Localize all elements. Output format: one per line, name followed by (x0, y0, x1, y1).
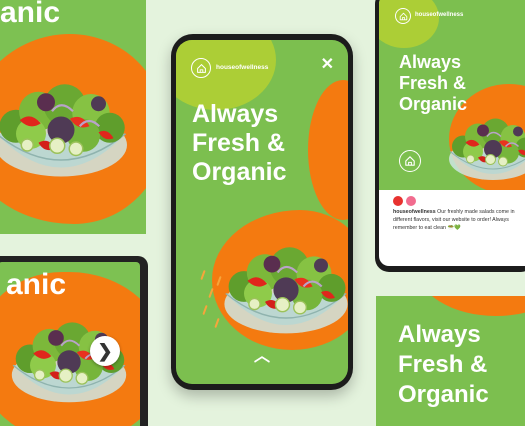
headline-line: Fresh & (192, 129, 286, 157)
house-logo-icon (398, 11, 409, 22)
carousel-next-button[interactable]: ❯ (90, 336, 120, 366)
salad-bowl-image (443, 104, 525, 190)
salad-bowl-image (216, 230, 348, 350)
orange-blob (416, 296, 525, 316)
house-logo-icon (403, 154, 417, 168)
headline-line: Fresh & (398, 351, 488, 378)
comment-icon[interactable] (406, 196, 416, 206)
post-handle[interactable]: houseofwellness (415, 12, 463, 18)
decor-dash (202, 304, 208, 316)
like-icon[interactable] (393, 196, 403, 206)
decor-dash (200, 269, 206, 281)
orange-blob (308, 80, 348, 220)
post-headline-partial: anic (0, 0, 61, 29)
post-card-bottom-right: Always Fresh & Organic (376, 296, 525, 426)
headline-line: Fresh & (399, 73, 467, 93)
headline-line: Organic (398, 381, 489, 408)
house-logo-icon (195, 62, 208, 75)
headline-line: Always (398, 321, 481, 348)
chevron-right-icon: ❯ (97, 340, 113, 361)
caption-handle[interactable]: houseofwellness (393, 209, 436, 215)
headline-line: Always (192, 100, 279, 128)
feed-screen: houseofwellness Always Fresh & Organic h… (379, 0, 525, 266)
feed-post-image[interactable]: houseofwellness Always Fresh & Organic (379, 0, 525, 190)
story-phone-mockup: houseofwellness ✕ Always Fresh & Organic… (171, 34, 353, 390)
brand-logo-badge (399, 150, 421, 172)
post-caption: houseofwellness Our freshly made salads … (393, 208, 525, 232)
post-actions (393, 196, 416, 206)
headline-line: Organic (192, 158, 287, 186)
story-headline: Always Fresh & Organic (192, 100, 286, 187)
headline-line: Always (399, 52, 462, 72)
square-headline: Always Fresh & Organic (398, 320, 489, 410)
lime-blob (379, 0, 439, 48)
story-handle[interactable]: houseofwellness (216, 64, 268, 71)
salad-bowl-image (0, 60, 136, 200)
profile-avatar[interactable] (395, 8, 411, 24)
profile-avatar[interactable] (191, 58, 211, 78)
tablet-mockup: anic ❯ (0, 256, 148, 426)
close-icon[interactable]: ✕ (321, 57, 334, 73)
tablet-headline-partial: anic (6, 268, 67, 301)
tablet-screen: anic (0, 262, 140, 426)
swipe-up-icon[interactable]: ︿ (254, 342, 270, 366)
feed-phone-mockup: houseofwellness Always Fresh & Organic h… (375, 0, 525, 272)
story-screen: houseofwellness ✕ Always Fresh & Organic… (176, 40, 348, 384)
post-card-top-left: anic (0, 0, 146, 234)
